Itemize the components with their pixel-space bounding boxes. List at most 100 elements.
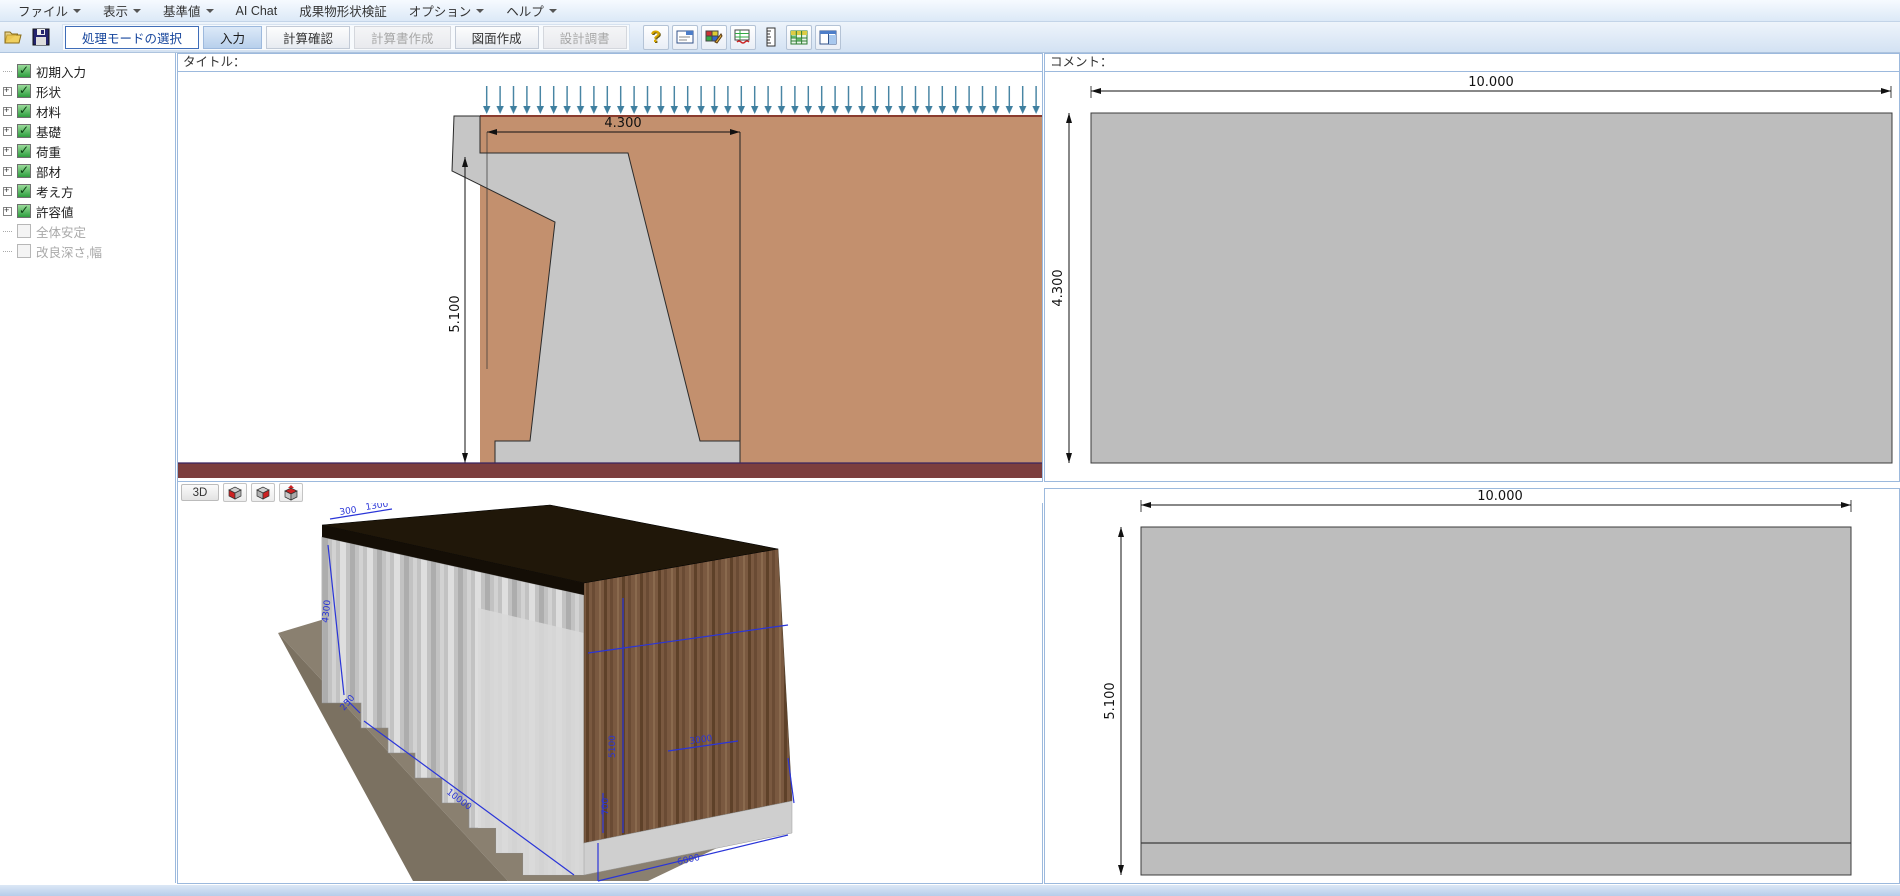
section-drawing: 4.300 5.100 xyxy=(178,72,1042,481)
expand-plus-icon[interactable] xyxy=(3,87,12,96)
plan-top-drawing: 10.000 4.300 xyxy=(1045,72,1899,481)
layout-glyph xyxy=(819,30,837,45)
checkbox-checked-icon[interactable] xyxy=(17,104,31,118)
tree-stub xyxy=(3,231,12,232)
tree-item-shape[interactable]: 形状 xyxy=(0,81,175,101)
checkbox-checked-icon[interactable] xyxy=(17,184,31,198)
menu-options[interactable]: オプション xyxy=(399,0,495,22)
comment-label: コメント： xyxy=(1050,55,1113,69)
tree-item-label: 全体安定 xyxy=(36,222,86,241)
tree-item-label: 許容値 xyxy=(36,202,74,221)
expand-plus-icon[interactable] xyxy=(3,187,12,196)
svg-text:5100: 5100 xyxy=(608,735,618,758)
color-palette-edit-icon[interactable] xyxy=(701,25,727,50)
tree-item-load[interactable]: 荷重 xyxy=(0,141,175,161)
cube-left-face-red-icon[interactable] xyxy=(223,483,247,502)
tree-item-member[interactable]: 部材 xyxy=(0,161,175,181)
dim-text-height: 5.100 xyxy=(1103,682,1118,719)
checkbox-checked-icon[interactable] xyxy=(17,84,31,98)
view3d-mode-button[interactable]: 3D xyxy=(181,484,219,501)
plan-bottom-canvas[interactable]: 10.000 5.100 xyxy=(1044,488,1900,884)
tree-item-label: 初期入力 xyxy=(36,62,86,81)
checkbox-unchecked-icon xyxy=(17,244,31,258)
expand-plus-icon[interactable] xyxy=(3,167,12,176)
dim-arrow-up xyxy=(1066,113,1072,123)
tree-item-foundation[interactable]: 基礎 xyxy=(0,121,175,141)
dim-arrow-right xyxy=(1841,502,1851,508)
menu-file[interactable]: ファイル xyxy=(8,0,91,22)
mode-drawing-button[interactable]: 図面作成 xyxy=(455,26,539,49)
checkbox-checked-icon[interactable] xyxy=(17,164,31,178)
cube-glyph xyxy=(282,485,300,501)
table-icon[interactable] xyxy=(786,25,812,50)
plan-bottom-drawing: 10.000 5.100 xyxy=(1045,489,1899,883)
window-layout-icon[interactable] xyxy=(815,25,841,50)
chevron-down-icon xyxy=(73,9,81,13)
tree-item-allowable[interactable]: 許容値 xyxy=(0,201,175,221)
tree-item-label: 部材 xyxy=(36,162,61,181)
chevron-down-icon xyxy=(133,9,141,13)
cube-right-face-red-icon[interactable] xyxy=(251,483,275,502)
chevron-down-icon xyxy=(206,9,214,13)
soil-surface-line xyxy=(480,115,1042,117)
open-icon[interactable] xyxy=(2,25,26,50)
view3d-canvas[interactable]: 300 1300 4300 250 5100 700 3000 6000 100… xyxy=(177,503,1043,884)
title-bar: タイトル： xyxy=(177,53,1043,72)
comment-card-icon[interactable] xyxy=(672,25,698,50)
tree-item-material[interactable]: 材料 xyxy=(0,101,175,121)
menu-standards[interactable]: 基準値 xyxy=(153,0,224,22)
save-icon[interactable] xyxy=(29,25,53,50)
cube-top-face-red-icon[interactable] xyxy=(279,483,303,502)
navigation-tree: 初期入力 形状 材料 基礎 荷重 部材 考え方 許容値 全体安定 改良深さ,幅 xyxy=(0,53,176,883)
tree-item-approach[interactable]: 考え方 xyxy=(0,181,175,201)
expand-plus-icon[interactable] xyxy=(3,127,12,136)
menu-help[interactable]: ヘルプ xyxy=(496,0,567,22)
plan-top-canvas[interactable]: 10.000 4.300 xyxy=(1044,71,1900,482)
mode-input-button[interactable]: 入力 xyxy=(203,26,262,49)
help-icon[interactable]: ? xyxy=(643,25,669,50)
menu-view-label: 表示 xyxy=(103,1,128,20)
expand-plus-icon[interactable] xyxy=(3,107,12,116)
tree-item-initial-input[interactable]: 初期入力 xyxy=(0,61,175,81)
mode-design-doc-button: 設計調書 xyxy=(543,26,627,49)
checkbox-checked-icon[interactable] xyxy=(17,204,31,218)
menu-ai-chat[interactable]: AI Chat xyxy=(226,2,288,20)
dim-arrow-right xyxy=(1881,88,1891,94)
tree-stub xyxy=(3,251,12,252)
mode-calc-check-button[interactable]: 計算確認 xyxy=(266,26,350,49)
plan-rectangle xyxy=(1091,113,1892,463)
view3d-toolbar: 3D xyxy=(177,482,1043,503)
menu-shape-verification-label: 成果物形状検証 xyxy=(299,1,387,20)
cube-glyph xyxy=(226,485,244,501)
dim-text-height: 5.100 xyxy=(448,295,463,332)
table-glyph xyxy=(790,30,808,45)
title-label: タイトル： xyxy=(183,55,246,69)
status-strip xyxy=(0,884,1900,896)
palette-glyph xyxy=(705,29,723,45)
checkbox-checked-icon[interactable] xyxy=(17,124,31,138)
mode-select-button[interactable]: 処理モードの選択 xyxy=(65,26,199,49)
main-toolbar: 処理モードの選択 入力 計算確認 計算書作成 図面作成 設計調書 ? xyxy=(0,22,1900,53)
section-view-canvas[interactable]: 4.300 5.100 xyxy=(177,71,1043,482)
tree-item-label: 改良深さ,幅 xyxy=(36,242,102,261)
mode-report-button: 計算書作成 xyxy=(354,26,451,49)
hatch-edit-icon[interactable] xyxy=(730,25,756,50)
soil-wood-face xyxy=(584,549,792,843)
cube-glyph xyxy=(254,485,272,501)
svg-text:700: 700 xyxy=(601,798,611,815)
dim-text-width: 10.000 xyxy=(1468,75,1514,90)
chevron-down-icon xyxy=(476,9,484,13)
plan-rectangle xyxy=(1141,527,1851,875)
chevron-down-icon xyxy=(549,9,557,13)
expand-plus-icon[interactable] xyxy=(3,147,12,156)
menu-view[interactable]: 表示 xyxy=(93,0,151,22)
expand-plus-icon[interactable] xyxy=(3,207,12,216)
checkbox-checked-icon[interactable] xyxy=(17,64,31,78)
comment-bar: コメント： xyxy=(1044,53,1900,72)
menu-shape-verification[interactable]: 成果物形状検証 xyxy=(289,0,397,22)
ruler-icon[interactable] xyxy=(759,25,783,50)
dim-arrow-left xyxy=(1091,88,1101,94)
dim-text-height: 4.300 xyxy=(1051,269,1066,306)
checkbox-checked-icon[interactable] xyxy=(17,144,31,158)
tree-item-label: 材料 xyxy=(36,102,61,121)
